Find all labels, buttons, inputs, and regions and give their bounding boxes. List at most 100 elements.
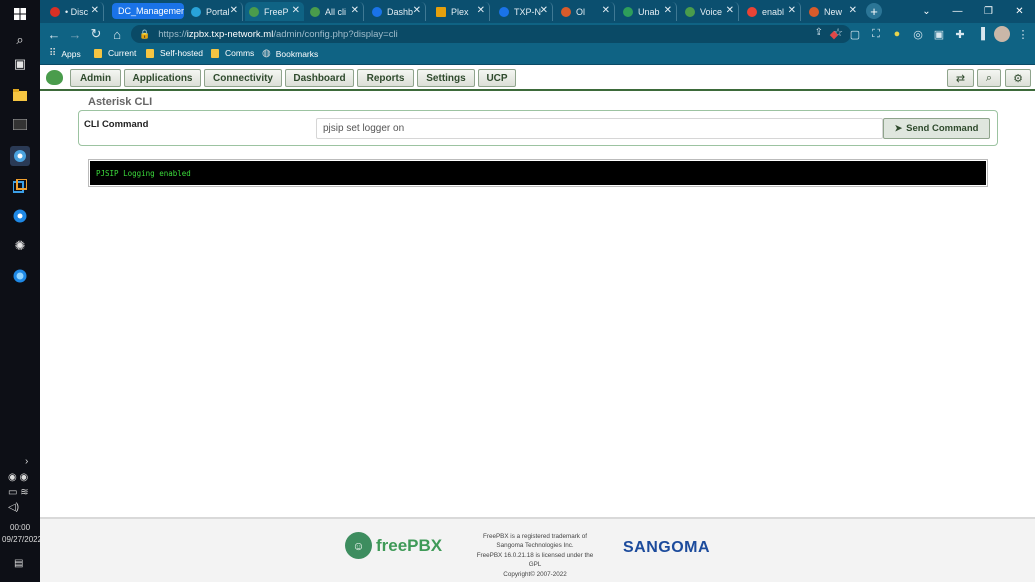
language-icon[interactable]: ⇄ bbox=[947, 69, 974, 87]
bookmark-bookmarks[interactable]: ◍ Bookmarks bbox=[262, 48, 318, 59]
close-icon[interactable]: ✕ bbox=[849, 5, 857, 16]
restore-button[interactable]: ❐ bbox=[973, 0, 1004, 23]
window-controls: ⌄ — ❐ ✕ bbox=[911, 0, 1035, 23]
sangoma-logo[interactable]: SANGOMA bbox=[623, 539, 710, 557]
tab-txp[interactable]: TXP-N ✕ bbox=[495, 2, 553, 21]
ol-favicon-icon bbox=[561, 6, 571, 17]
tab-voice[interactable]: Voice ✕ bbox=[681, 2, 739, 21]
home-button[interactable]: ⌂ bbox=[109, 26, 125, 42]
edge-icon[interactable] bbox=[10, 206, 30, 226]
folder-icon bbox=[211, 48, 219, 58]
close-icon[interactable]: ✕ bbox=[726, 5, 734, 16]
tab-unable[interactable]: Unab ✕ bbox=[619, 2, 677, 21]
new-tab-button[interactable]: + bbox=[866, 3, 882, 19]
avatar[interactable] bbox=[994, 26, 1010, 42]
folder-icon bbox=[94, 48, 102, 58]
screenshot-icon[interactable]: ⛶ bbox=[868, 26, 884, 42]
windows-logo-icon[interactable] bbox=[10, 4, 30, 24]
close-icon[interactable]: ✕ bbox=[602, 5, 610, 16]
reload-button[interactable]: ↻ bbox=[88, 26, 104, 42]
menu-settings[interactable]: Settings bbox=[417, 69, 475, 87]
search-icon[interactable]: ⌕ bbox=[10, 30, 30, 50]
volume-icon[interactable]: ◁) bbox=[8, 502, 19, 513]
tab-portal[interactable]: Portal ✕ bbox=[187, 2, 243, 21]
extension-ring-icon[interactable]: ◎ bbox=[910, 26, 926, 42]
clock-time[interactable]: 00:00 bbox=[10, 523, 30, 532]
menu-reports[interactable]: Reports bbox=[357, 69, 414, 87]
cli-command-input[interactable] bbox=[316, 118, 883, 139]
close-icon[interactable]: ✕ bbox=[292, 5, 300, 16]
task-view-icon[interactable]: ▣ bbox=[10, 54, 30, 74]
new-favicon-icon bbox=[809, 6, 819, 17]
bookmark-comms[interactable]: Comms bbox=[211, 48, 254, 58]
close-icon[interactable]: ✕ bbox=[351, 5, 359, 16]
file-explorer-icon[interactable] bbox=[10, 85, 30, 105]
tab-freepbx[interactable]: FreeP ✕ bbox=[245, 2, 304, 21]
apps-grid-icon: ⠿ bbox=[49, 48, 57, 59]
chevron-down-icon[interactable]: ⌄ bbox=[911, 0, 942, 23]
tray-icons[interactable]: ◉ ◉ bbox=[8, 472, 28, 483]
url-path: /admin/config.php?display=cli bbox=[273, 28, 398, 40]
tab-ol[interactable]: Ol ✕ bbox=[557, 2, 615, 21]
tab-group-dc-management[interactable]: DC_Management bbox=[112, 3, 184, 19]
bookmark-self-hosted[interactable]: Self-hosted bbox=[146, 48, 203, 58]
sidebar-icon[interactable]: ▐ bbox=[973, 26, 989, 42]
menu-dashboard[interactable]: Dashboard bbox=[285, 69, 354, 87]
notifications-icon[interactable]: ▤ bbox=[14, 558, 23, 569]
battery-icon[interactable]: ▭ ≋ bbox=[8, 487, 29, 498]
tab-new[interactable]: New ✕ bbox=[805, 2, 861, 21]
menu-admin[interactable]: Admin bbox=[70, 69, 121, 87]
bookmark-current[interactable]: Current bbox=[94, 48, 136, 58]
browser-icon[interactable] bbox=[10, 266, 30, 286]
lock-icon[interactable]: 🔒 bbox=[139, 29, 150, 40]
menu-connectivity[interactable]: Connectivity bbox=[204, 69, 282, 87]
chevron-up-icon[interactable]: › bbox=[25, 456, 28, 467]
cli-command-label: CLI Command bbox=[84, 119, 149, 130]
menu-ucp[interactable]: UCP bbox=[478, 69, 516, 87]
search-icon[interactable]: ⌕ bbox=[977, 69, 1001, 87]
tab-enable[interactable]: enabl ✕ bbox=[743, 2, 801, 21]
freepbx-footer-logo[interactable]: ☺ freePBX bbox=[345, 532, 442, 559]
cli-output-frame: PJSIP Logging enabled bbox=[88, 159, 988, 187]
tab-dashboard[interactable]: Dashb ✕ bbox=[368, 2, 426, 21]
close-icon[interactable]: ✕ bbox=[477, 5, 485, 16]
tab-discord[interactable]: • Disc ✕ bbox=[46, 2, 104, 21]
extension-icon[interactable]: ▢ bbox=[847, 26, 863, 42]
extension-yellow-icon[interactable]: ● bbox=[889, 26, 905, 42]
minimize-button[interactable]: — bbox=[942, 0, 973, 23]
vmware-icon[interactable] bbox=[10, 176, 30, 196]
bookmark-apps[interactable]: ⠿ Apps bbox=[49, 48, 81, 59]
kebab-menu-icon[interactable]: ⋮ bbox=[1015, 26, 1031, 42]
back-button[interactable]: ← bbox=[46, 26, 62, 42]
close-window-button[interactable]: ✕ bbox=[1004, 0, 1035, 23]
share-icon[interactable]: ⇪ bbox=[815, 27, 823, 38]
close-icon[interactable]: ✕ bbox=[230, 5, 238, 16]
all-cli-favicon-icon bbox=[310, 6, 320, 17]
freepbx-logo-icon[interactable] bbox=[46, 70, 63, 85]
terminal-icon[interactable] bbox=[10, 114, 30, 134]
address-bar[interactable]: 🔒 https://izpbx.txp-network.ml/admin/con… bbox=[131, 25, 851, 43]
chrome-icon[interactable] bbox=[10, 146, 30, 166]
close-icon[interactable]: ✕ bbox=[540, 5, 548, 16]
browser-window: • Disc ✕ DC_Management Portal ✕ FreeP ✕ All… bbox=[40, 0, 1035, 582]
ublock-icon[interactable]: ◆ bbox=[826, 26, 842, 42]
send-command-button[interactable]: ➤ Send Command bbox=[883, 118, 990, 139]
puzzle-icon[interactable]: ✚ bbox=[952, 26, 968, 42]
close-icon[interactable]: ✕ bbox=[664, 5, 672, 16]
close-icon[interactable]: ✕ bbox=[91, 5, 99, 16]
close-icon[interactable]: ✕ bbox=[788, 5, 796, 16]
tab-plex[interactable]: Plex ✕ bbox=[432, 2, 490, 21]
windows-taskbar: ⌕ ▣ ✺ › ◉ ◉ ▭ ≋ ◁) 00:00 09/27/2022 ▤ bbox=[0, 0, 42, 582]
discord-favicon-icon bbox=[50, 6, 60, 17]
paper-plane-icon: ➤ bbox=[894, 123, 903, 133]
tab-all-cli[interactable]: All cli ✕ bbox=[306, 2, 364, 21]
bookmarks-bar: ⠿ Apps Current Self-hosted Comms ◍ Bookmar… bbox=[40, 45, 1035, 65]
gear-icon[interactable]: ⚙ bbox=[1005, 69, 1031, 87]
extension-bag-icon[interactable]: ▣ bbox=[931, 26, 947, 42]
settings-icon[interactable]: ✺ bbox=[10, 236, 30, 256]
menu-applications[interactable]: Applications bbox=[124, 69, 201, 87]
voice-favicon-icon bbox=[685, 6, 695, 17]
close-icon[interactable]: ✕ bbox=[413, 5, 421, 16]
forward-button[interactable]: → bbox=[67, 26, 83, 42]
clock-date[interactable]: 09/27/2022 bbox=[2, 535, 42, 544]
